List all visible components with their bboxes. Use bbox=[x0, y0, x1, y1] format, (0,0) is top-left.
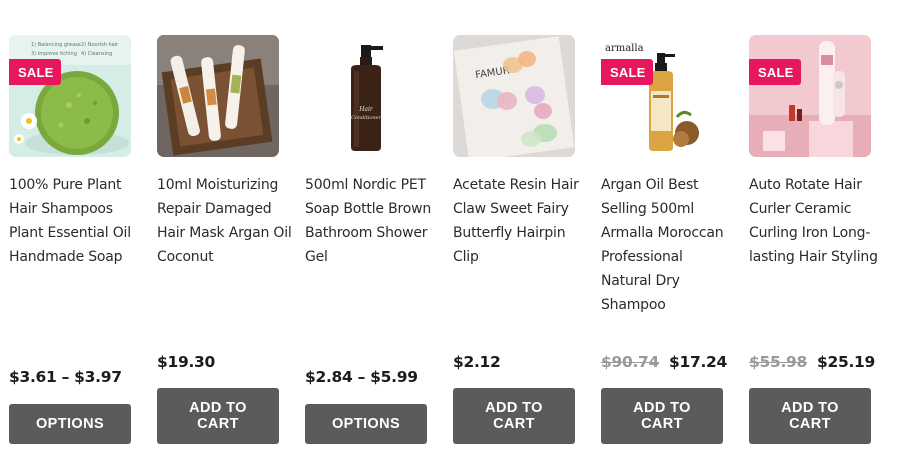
button-label: ADD TO CART bbox=[189, 400, 247, 432]
button-label: ADD TO CART bbox=[633, 400, 691, 432]
product-image[interactable]: armalla bbox=[601, 35, 723, 157]
button-label: ADD TO CART bbox=[485, 400, 543, 432]
product-title[interactable]: 500ml Nordic PET Soap Bottle Brown Bathr… bbox=[305, 173, 440, 269]
product-card: Hair Conditioner 500ml Nordic PET Soap B… bbox=[305, 35, 431, 445]
product-image[interactable] bbox=[157, 35, 279, 157]
product-price: $3.61 – $3.97 bbox=[9, 368, 122, 386]
product-price: $90.74 $17.24 bbox=[601, 353, 727, 371]
product-title[interactable]: 10ml Moisturizing Repair Damaged Hair Ma… bbox=[157, 173, 292, 269]
product-price: $2.12 bbox=[453, 353, 501, 371]
product-price: $55.98 $25.19 bbox=[749, 353, 875, 371]
sale-price: $25.19 bbox=[817, 353, 876, 371]
product-image[interactable]: 1) Balancing grease 2) Nourish hair 3) I… bbox=[9, 35, 131, 157]
thumb-text: 2) Nourish hair bbox=[81, 42, 119, 48]
product-image[interactable]: Hair Conditioner bbox=[305, 35, 427, 157]
product-card: 10ml Moisturizing Repair Damaged Hair Ma… bbox=[157, 35, 292, 445]
thumb-text: Conditioner bbox=[351, 115, 382, 121]
product-image[interactable] bbox=[749, 35, 871, 157]
product-title[interactable]: Acetate Resin Hair Claw Sweet Fairy Butt… bbox=[453, 173, 588, 269]
product-card: SALE Auto Rotate Hair Curler Ceramic Cur… bbox=[749, 35, 878, 445]
thumb-text: 3) Improve itching bbox=[31, 51, 77, 57]
product-card: armalla SALE Argan Oil Best Selling 500m… bbox=[601, 35, 727, 445]
product-title[interactable]: Argan Oil Best Selling 500ml Armalla Mor… bbox=[601, 173, 736, 317]
product-price: $2.84 – $5.99 bbox=[305, 368, 418, 386]
product-card: 1) Balancing grease 2) Nourish hair 3) I… bbox=[9, 35, 131, 445]
add-to-cart-button[interactable]: ADD TO CART bbox=[157, 388, 279, 444]
sale-badge: SALE bbox=[601, 59, 654, 85]
product-title[interactable]: 100% Pure Plant Hair Shampoos Plant Esse… bbox=[9, 173, 144, 269]
original-price: $90.74 bbox=[601, 353, 660, 371]
product-title[interactable]: Auto Rotate Hair Curler Ceramic Curling … bbox=[749, 173, 884, 269]
thumb-text: Hair bbox=[358, 106, 374, 113]
thumb-text: 1) Balancing grease bbox=[31, 42, 81, 48]
thumb-text: 4) Cleansing bbox=[81, 51, 112, 57]
options-button[interactable]: OPTIONS bbox=[9, 404, 131, 444]
original-price: $55.98 bbox=[749, 353, 808, 371]
product-price: $19.30 bbox=[157, 353, 216, 371]
options-button[interactable]: OPTIONS bbox=[305, 404, 427, 444]
add-to-cart-button[interactable]: ADD TO CART bbox=[453, 388, 575, 444]
button-label: OPTIONS bbox=[331, 416, 401, 432]
add-to-cart-button[interactable]: ADD TO CART bbox=[749, 388, 871, 444]
thumb-text: armalla bbox=[605, 43, 644, 54]
product-card: FAMUR Acetate Resin Hair Claw Sweet Fair… bbox=[453, 35, 579, 445]
sale-badge: SALE bbox=[749, 59, 802, 85]
sale-badge: SALE bbox=[9, 59, 62, 85]
product-image[interactable]: FAMUR bbox=[453, 35, 575, 157]
button-label: ADD TO CART bbox=[781, 400, 839, 432]
add-to-cart-button[interactable]: ADD TO CART bbox=[601, 388, 723, 444]
sale-price: $17.24 bbox=[669, 353, 728, 371]
product-grid: 1) Balancing grease 2) Nourish hair 3) I… bbox=[0, 0, 899, 461]
button-label: OPTIONS bbox=[35, 416, 105, 432]
